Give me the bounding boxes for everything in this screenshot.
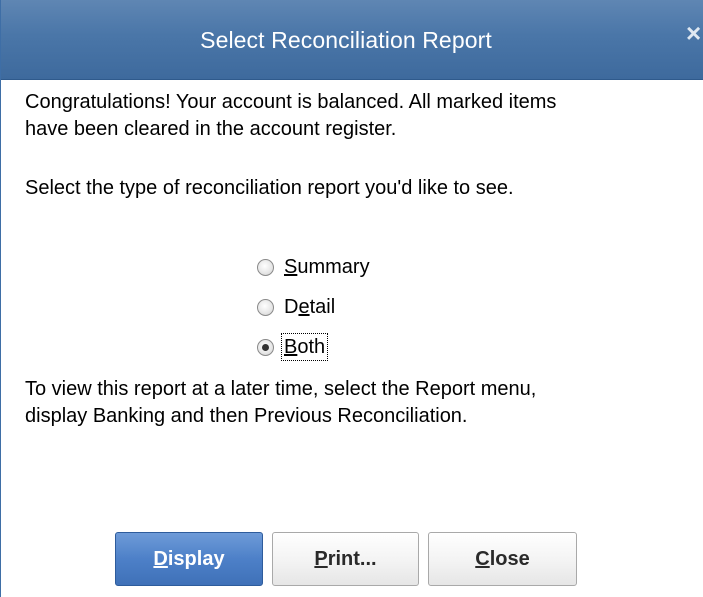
title-bar[interactable]: Select Reconciliation Report × <box>1 0 703 80</box>
radio-detail[interactable]: Detail <box>257 287 557 327</box>
summary-mnemonic: S <box>284 256 298 278</box>
balanced-message-line-2: have been cleared in the account registe… <box>25 118 397 140</box>
radio-both-label[interactable]: Both <box>280 333 329 361</box>
radio-summary-label[interactable]: Summary <box>283 255 371 279</box>
display-mnemonic: D <box>153 547 168 570</box>
balanced-message: Congratulations! Your account is balance… <box>25 89 697 143</box>
radio-summary[interactable]: Summary <box>257 247 557 287</box>
detail-mnemonic: e <box>298 296 310 318</box>
later-view-line-1: To view this report at a later time, sel… <box>25 378 537 400</box>
print-button[interactable]: Print... <box>272 532 419 586</box>
later-view-line-2: display Banking and then Previous Reconc… <box>25 405 468 427</box>
close-button[interactable]: Close <box>428 532 577 586</box>
detail-label-rest: tail <box>309 296 336 318</box>
close-icon[interactable]: × <box>686 18 703 48</box>
balanced-message-line-1: Congratulations! Your account is balance… <box>25 91 557 113</box>
close-mnemonic: C <box>475 547 490 570</box>
both-mnemonic: B <box>284 336 298 358</box>
close-label-rest: lose <box>489 547 530 570</box>
radio-detail-label[interactable]: Detail <box>283 295 336 319</box>
radio-detail-icon[interactable] <box>257 298 274 316</box>
display-button[interactable]: Display <box>115 532 263 586</box>
detail-label-pre: D <box>284 296 299 318</box>
print-label-rest: rint... <box>327 547 377 570</box>
both-label-rest: oth <box>297 336 326 358</box>
radio-both-icon[interactable] <box>257 338 274 356</box>
later-view-message: To view this report at a later time, sel… <box>25 376 697 430</box>
print-mnemonic: P <box>314 547 328 570</box>
display-label-rest: isplay <box>167 547 225 570</box>
dialog-title: Select Reconciliation Report <box>200 27 492 53</box>
radio-summary-icon[interactable] <box>257 258 274 276</box>
select-prompt: Select the type of reconciliation report… <box>25 177 514 199</box>
report-type-group: Summary Detail Both <box>257 247 557 367</box>
reconciliation-report-dialog: Select Reconciliation Report × Congratul… <box>0 0 703 597</box>
radio-both[interactable]: Both <box>257 327 557 367</box>
summary-label-rest: ummary <box>297 256 370 278</box>
